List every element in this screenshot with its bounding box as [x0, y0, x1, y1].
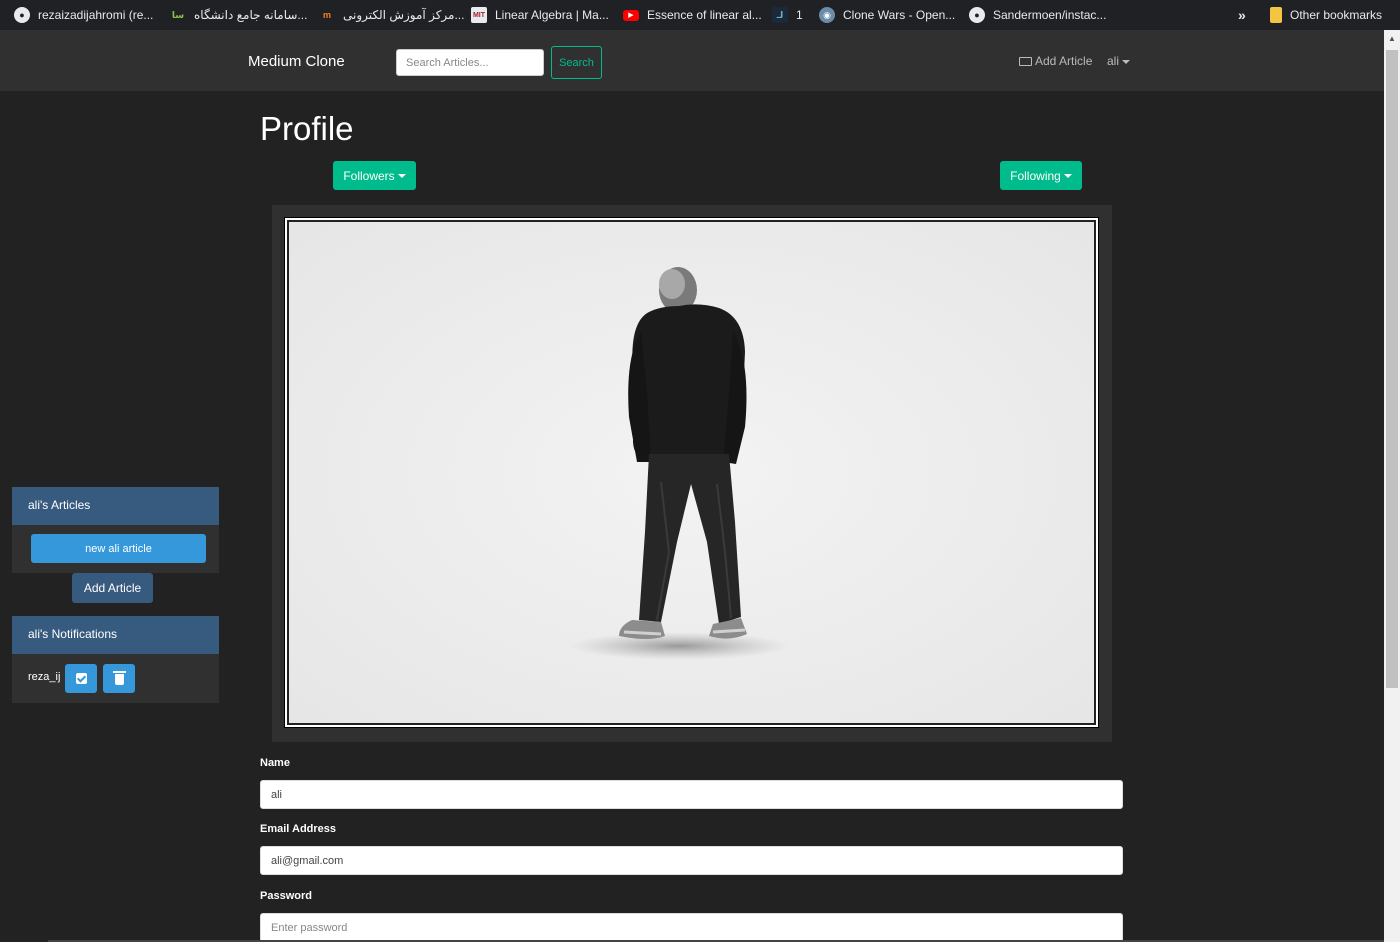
password-field[interactable] [260, 913, 1123, 942]
notification-user: reza_ij [28, 671, 61, 683]
delete-notification-button[interactable] [103, 664, 135, 693]
article-item-button[interactable]: new ali article [31, 534, 206, 563]
app-icon: لـ [772, 7, 788, 23]
caret-down-icon [397, 174, 406, 179]
mit-ocw-icon: MIT [471, 7, 487, 23]
password-label: Password [260, 890, 312, 902]
profile-image [284, 217, 1099, 728]
bookmark-university[interactable]: سا سامانه جامع دانشگاه... [170, 0, 308, 30]
user-dropdown[interactable]: ali [1107, 54, 1131, 68]
articles-header: ali's Articles [12, 487, 219, 525]
following-dropdown-button[interactable]: Following [1000, 161, 1082, 190]
followers-dropdown-button[interactable]: Followers [333, 161, 416, 190]
bookmark-label: Essence of linear al... [647, 8, 762, 22]
bookmark-label: Clone Wars - Open... [843, 8, 956, 22]
bookmark-label: Sandermoen/instac... [993, 8, 1107, 22]
bookmark-essence-linear[interactable]: ▶ Essence of linear al... [623, 0, 762, 30]
add-article-button[interactable]: Add Article [72, 573, 153, 603]
following-label: Following [1010, 168, 1061, 183]
more-bookmarks-button[interactable]: » [1238, 0, 1246, 30]
bookmark-moodle[interactable]: m مرکز آموزش الکترونی... [319, 0, 464, 30]
check-square-icon [75, 673, 87, 684]
github-icon: ● [14, 7, 30, 23]
accept-notification-button[interactable] [65, 664, 97, 693]
name-field[interactable] [260, 780, 1123, 809]
navbar-brand[interactable]: Medium Clone [248, 53, 345, 70]
bookmark-label: Other bookmarks [1290, 8, 1383, 22]
caret-down-icon [1122, 59, 1131, 64]
bookmark-rezaizadijahromi[interactable]: ● rezaizadijahromi (re... [14, 0, 153, 30]
bookmarks-bar: ● rezaizadijahromi (re... سا سامانه جامع… [0, 0, 1400, 30]
person-silhouette-icon [289, 222, 1094, 723]
navbar: Medium Clone Search Add Article ali [0, 30, 1384, 91]
nav-add-article-label: Add Article [1035, 54, 1093, 68]
search-button[interactable]: Search [551, 46, 602, 79]
more-icon: » [1238, 7, 1246, 23]
bookmark-label: rezaizadijahromi (re... [38, 8, 154, 22]
bookmark-clone-wars[interactable]: ◉ Clone Wars - Open... [819, 0, 955, 30]
bookmark-sandermoen[interactable]: ● Sandermoen/instac... [969, 0, 1106, 30]
name-label: Name [260, 757, 290, 769]
profile-photo [289, 222, 1094, 723]
search-input[interactable] [396, 49, 544, 76]
page-title: Profile [260, 110, 354, 147]
globe-icon: ◉ [819, 7, 835, 23]
keyboard-icon [1019, 56, 1032, 66]
bookmark-1[interactable]: لـ 1 [772, 0, 803, 30]
notifications-header: ali's Notifications [12, 616, 219, 654]
email-label: Email Address [260, 823, 337, 835]
scroll-up-arrow-icon[interactable]: ▲ [1384, 30, 1400, 47]
folder-icon [1270, 7, 1282, 23]
bookmark-label: سامانه جامع دانشگاه... [194, 8, 308, 22]
bookmark-linear-algebra[interactable]: MIT Linear Algebra | Ma... [471, 0, 609, 30]
scrollbar-thumb[interactable] [1386, 50, 1398, 688]
youtube-icon: ▶ [623, 9, 639, 21]
other-bookmarks[interactable]: Other bookmarks [1270, 0, 1382, 30]
bookmark-label: مرکز آموزش الکترونی... [343, 8, 465, 22]
user-name: ali [1107, 54, 1120, 68]
nav-add-article-link[interactable]: Add Article [1019, 54, 1092, 68]
bookmark-label: Linear Algebra | Ma... [495, 8, 609, 22]
email-field[interactable] [260, 846, 1123, 875]
followers-label: Followers [343, 168, 395, 183]
caret-down-icon [1063, 174, 1072, 179]
trash-icon [112, 671, 126, 685]
github-icon: ● [969, 7, 985, 23]
university-icon: سا [171, 9, 185, 20]
bookmark-label: 1 [796, 8, 803, 22]
moodle-icon: m [322, 10, 331, 20]
